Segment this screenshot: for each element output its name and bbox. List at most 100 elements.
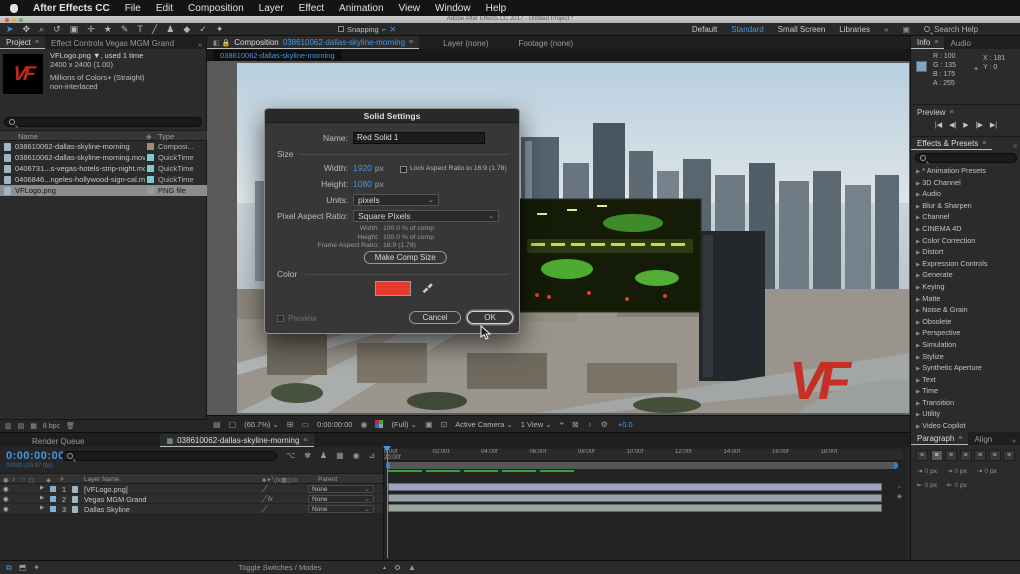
pixel-aspect-correction-icon[interactable]: ⌖ <box>560 419 565 429</box>
tab-preview[interactable]: Preview≡ <box>911 106 960 118</box>
resolution-dropdown[interactable]: (Full) ⌄ <box>391 420 416 429</box>
panel-overflow-icon[interactable]: » <box>1013 143 1020 150</box>
project-item-row[interactable]: 0406846...ngeles-hollywood-sign-cal.mov … <box>0 174 207 185</box>
tab-audio[interactable]: Audio <box>944 37 976 49</box>
expand-triangle-icon[interactable]: ▶ <box>916 227 920 233</box>
tab-project[interactable]: Project≡ <box>0 36 45 49</box>
effects-category[interactable]: ▶Text <box>916 375 1020 387</box>
workspace-button[interactable]: Libraries <box>839 25 870 34</box>
lock-icon[interactable]: ◧ 🔒 <box>213 39 230 47</box>
column-type[interactable]: Type <box>158 132 174 141</box>
comp-marker-bin-icon[interactable]: ◈ <box>897 492 902 501</box>
expand-triangle-icon[interactable]: ▶ <box>916 204 920 210</box>
project-search-field[interactable] <box>4 117 202 127</box>
interpret-footage-icon[interactable]: ▥ <box>5 422 12 430</box>
menu-item[interactable]: Layer <box>259 3 284 14</box>
menu-item[interactable]: File <box>125 3 141 14</box>
apple-logo-icon[interactable] <box>10 4 18 13</box>
new-folder-icon[interactable]: ▤ <box>18 422 25 430</box>
tool-icon[interactable]: ▣ <box>70 23 79 35</box>
paragraph-indent-field[interactable]: ⇥ 0px <box>977 467 997 475</box>
active-camera-dropdown[interactable]: Active Camera ⌄ <box>455 420 513 429</box>
layer-name[interactable]: [VFLogo.png] <box>84 485 128 494</box>
effects-category[interactable]: ▶Channel <box>916 212 1020 224</box>
project-item-row[interactable]: 038610062-dallas-skyline-morning Composi… <box>0 141 207 152</box>
work-area-end-handle[interactable]: ▫ <box>897 483 902 492</box>
work-area-bar[interactable] <box>386 462 898 469</box>
layer-switches[interactable]: ╱ <box>262 485 266 493</box>
snap-features-icon[interactable]: ✕ <box>389 25 396 34</box>
layer-duration-bar[interactable] <box>388 494 882 502</box>
flowchart-icon[interactable]: ⚙ <box>601 420 608 429</box>
search-help-field[interactable]: Search Help <box>924 25 1012 34</box>
expand-triangle-icon[interactable]: ▶ <box>916 366 920 372</box>
effects-category[interactable]: ▶* Animation Presets <box>916 166 1020 178</box>
tab-footage[interactable]: Footage (none) <box>513 37 580 49</box>
column-label-icon[interactable]: ◈ <box>146 132 152 141</box>
panel-overflow-icon[interactable]: » <box>1012 438 1020 445</box>
effects-category[interactable]: ▶Stylize <box>916 352 1020 364</box>
paragraph-spacing-field[interactable]: ⇤ 0px <box>947 481 967 489</box>
expand-triangle-icon[interactable]: ▶ <box>916 239 920 245</box>
delete-item-icon[interactable]: 🗑 <box>66 422 75 430</box>
pixel-aspect-ratio-dropdown[interactable]: Square Pixels⌄ <box>353 210 499 222</box>
layer-color-swatch[interactable] <box>50 486 56 492</box>
view-layout-dropdown[interactable]: 1 View ⌄ <box>521 420 552 429</box>
cancel-button[interactable]: Cancel <box>409 311 461 324</box>
tab-paragraph[interactable]: Paragraph≡ <box>911 432 968 445</box>
expand-layer-switches-icon[interactable]: ⧉ <box>6 563 12 573</box>
paragraph-indent-field[interactable]: ⇥ 0px <box>917 467 937 475</box>
effects-category[interactable]: ▶Blur & Sharpen <box>916 201 1020 213</box>
zoom-slider-handle[interactable] <box>395 565 400 570</box>
justify-last-center-button[interactable]: ≡ <box>974 450 986 461</box>
tab-effect-controls[interactable]: Effect Controls Vegas MGM Grand <box>45 37 180 49</box>
preview-checkbox[interactable]: Preview <box>277 314 316 323</box>
zoom-in-mountain-icon[interactable]: ▲ <box>408 563 416 572</box>
expand-in-out-icon[interactable]: ✦ <box>33 563 40 573</box>
transport-button[interactable]: ▶| <box>990 121 997 129</box>
expand-triangle-icon[interactable]: ▶ <box>916 250 920 256</box>
panel-menu-icon[interactable]: ≡ <box>409 39 413 46</box>
layer-duration-bar[interactable] <box>388 483 882 491</box>
effects-category[interactable]: ▶Obsolete <box>916 317 1020 329</box>
graph-editor-icon[interactable]: ⊿ <box>369 451 376 460</box>
align-center-button[interactable]: ≡ <box>931 450 943 461</box>
panel-menu-icon[interactable]: ≡ <box>35 39 39 46</box>
effects-category[interactable]: ▶3D Channel <box>916 178 1020 190</box>
layer-expand-icon[interactable]: ▶ <box>40 505 44 511</box>
current-timecode[interactable]: 0:00:00:00 <box>6 450 65 462</box>
align-left-button[interactable]: ≡ <box>916 450 928 461</box>
snapping-checkbox[interactable] <box>338 26 344 32</box>
expand-triangle-icon[interactable]: ▶ <box>916 424 920 430</box>
dialog-title[interactable]: Solid Settings <box>265 109 519 123</box>
effects-category[interactable]: ▶Utility <box>916 409 1020 421</box>
tool-icon[interactable]: ⌕ <box>39 23 44 35</box>
channel-icon[interactable] <box>375 420 383 428</box>
exposure-value[interactable]: +0.0 <box>618 420 633 429</box>
expand-triangle-icon[interactable]: ▶ <box>916 273 920 279</box>
menu-item[interactable]: Effect <box>299 3 324 14</box>
expand-triangle-icon[interactable]: ▶ <box>916 412 920 418</box>
panel-overflow-icon[interactable]: » <box>198 42 206 49</box>
playhead[interactable] <box>387 446 388 558</box>
expand-triangle-icon[interactable]: ▶ <box>916 331 920 337</box>
tool-icon[interactable]: ♟ <box>166 23 174 35</box>
tab-effects-presets[interactable]: Effects & Presets≡ <box>911 137 992 150</box>
expand-triangle-icon[interactable]: ▶ <box>916 389 920 395</box>
expand-transfer-controls-icon[interactable]: ⬒ <box>19 563 27 573</box>
paragraph-indent-field[interactable]: ⇥ 0px <box>947 467 967 475</box>
region-of-interest-icon[interactable]: ▣ <box>425 420 433 429</box>
tool-icon[interactable]: ✎ <box>121 23 129 35</box>
layer-expand-icon[interactable]: ▶ <box>40 485 44 491</box>
fast-previews-icon[interactable]: ⊠ <box>572 420 579 429</box>
effects-category[interactable]: ▶Audio <box>916 189 1020 201</box>
layer-visibility-icon[interactable]: ◉ <box>3 485 9 493</box>
menu-item[interactable]: Edit <box>156 3 173 14</box>
expand-triangle-icon[interactable]: ▶ <box>916 308 920 314</box>
minimize-window-button[interactable] <box>12 18 16 22</box>
layer-row[interactable]: ◉ ▶ 2 Vegas MGM Grand ╱ fx None⌄ <box>0 494 383 504</box>
always-preview-icon[interactable]: ▤ <box>213 420 221 429</box>
make-comp-size-button[interactable]: Make Comp Size <box>364 251 447 264</box>
layer-row[interactable]: ◉ ▶ 3 Dallas Skyline ╱ None⌄ <box>0 504 383 514</box>
layer-color-swatch[interactable] <box>50 496 56 502</box>
